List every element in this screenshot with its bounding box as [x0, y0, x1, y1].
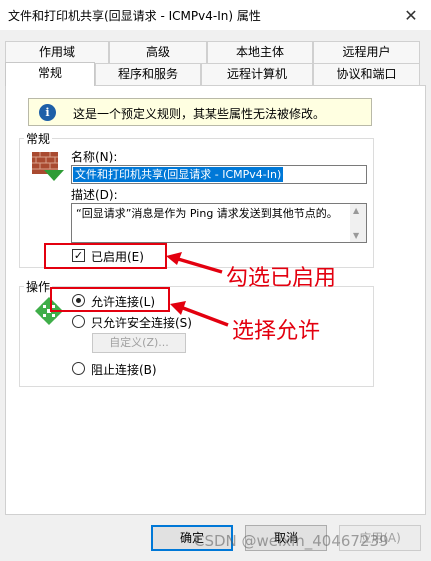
scroll-down-icon[interactable]: ▼: [353, 231, 359, 240]
block-connection-radio[interactable]: [72, 362, 85, 375]
tab-protocols-ports[interactable]: 协议和端口: [313, 63, 420, 85]
description-field[interactable]: “回显请求”消息是作为 Ping 请求发送到其他节点的。 ▲ ▼: [71, 203, 367, 243]
annotation-allow-note: 选择允许: [232, 319, 321, 344]
tab-general[interactable]: 常规: [5, 62, 95, 86]
description-label: 描述(D):: [71, 188, 118, 202]
predefined-rule-info-bar: i 这是一个预定义规则，其某些属性无法被修改。: [28, 98, 372, 126]
info-icon: i: [39, 104, 56, 121]
info-text: 这是一个预定义规则，其某些属性无法被修改。: [73, 107, 326, 121]
name-field[interactable]: 文件和打印机共享(回显请求 - ICMPv4-In): [71, 165, 367, 184]
general-group-label: 常规: [24, 130, 53, 147]
tab-remote-users[interactable]: 远程用户: [313, 41, 420, 63]
enabled-highlight-box: [44, 243, 167, 269]
window-title: 文件和打印机共享(回显请求 - ICMPv4-In) 属性: [8, 9, 261, 23]
name-field-value[interactable]: 文件和打印机共享(回显请求 - ICMPv4-In): [73, 167, 284, 182]
firewall-brick-icon: [32, 152, 64, 181]
close-icon[interactable]: ✕: [404, 6, 417, 25]
customize-button[interactable]: 自定义(Z)...: [92, 333, 186, 353]
enabled-arrow-icon: [166, 252, 223, 274]
tab-local-principals[interactable]: 本地主体: [207, 41, 313, 63]
allow-arrow-icon: [170, 301, 229, 327]
description-text: “回显请求”消息是作为 Ping 请求发送到其他节点的。: [76, 207, 338, 220]
description-scrollbar[interactable]: ▲ ▼: [350, 204, 366, 242]
tab-scope[interactable]: 作用域: [5, 41, 109, 63]
block-connection-label[interactable]: 阻止连接(B): [91, 361, 157, 378]
scroll-up-icon[interactable]: ▲: [353, 206, 359, 215]
allow-secure-radio[interactable]: [72, 315, 85, 328]
tab-remote-computers[interactable]: 远程计算机: [201, 63, 313, 85]
tab-programs-services[interactable]: 程序和服务: [95, 63, 201, 85]
name-label: 名称(N):: [71, 150, 118, 164]
annotation-enable-note: 勾选已启用: [226, 266, 337, 291]
allow-highlight-box: [50, 287, 170, 312]
tab-advanced[interactable]: 高级: [109, 41, 207, 63]
title-bar: 文件和打印机共享(回显请求 - ICMPv4-In) 属性 ✕: [0, 0, 431, 30]
close-button[interactable]: ✕: [391, 0, 431, 30]
watermark: CSDN @weixin_40467239: [194, 532, 389, 550]
action-group-label: 操作: [24, 278, 53, 295]
